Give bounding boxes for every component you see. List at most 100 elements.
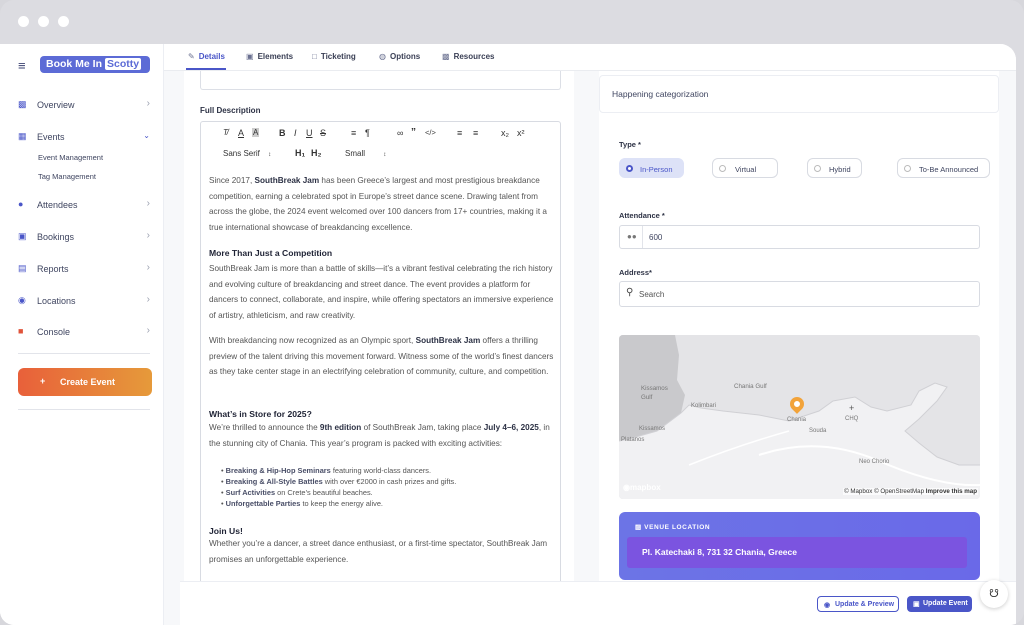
search-placeholder: Search	[639, 290, 665, 299]
text-color-icon[interactable]: A	[238, 128, 244, 138]
list-item: • Unforgettable Parties to keep the ener…	[221, 499, 383, 508]
type-option-to-be-announced[interactable]: To-Be Announced	[897, 158, 990, 178]
plus-icon: +	[40, 376, 46, 386]
section-title: Happening categorization	[612, 89, 709, 99]
users-icon: ●	[18, 199, 24, 209]
heading2-button[interactable]: H₂	[311, 148, 322, 158]
tab-ticketing[interactable]: □ Ticketing	[312, 52, 356, 61]
italic-icon[interactable]: I	[294, 128, 297, 138]
sidebar-item-events[interactable]: ▦ Events ⌄	[18, 128, 156, 146]
text-direction-icon[interactable]: ¶	[365, 128, 370, 138]
chevron-right-icon: ›	[146, 198, 150, 209]
map-label-neo-chorio: Neo Chorio	[859, 459, 890, 465]
size-select[interactable]: Small ↕	[345, 149, 386, 158]
eye-icon: ◉	[824, 602, 831, 609]
resources-icon: ▩	[442, 52, 450, 61]
sidebar-item-label: Reports	[37, 264, 69, 274]
tab-elements[interactable]: ▣ Elements	[246, 52, 293, 61]
sidebar-item-label: Console	[37, 327, 71, 337]
sidebar-item-label: Bookings	[37, 232, 75, 242]
map-label-chania: Chania	[787, 417, 807, 423]
update-event-label: Update Event	[923, 600, 968, 607]
map-attribution[interactable]: © Mapbox © OpenStreetMap Improve this ma…	[843, 488, 978, 495]
chevron-right-icon: ›	[146, 230, 150, 241]
building-icon: ▨	[635, 524, 642, 531]
tab-resources[interactable]: ▩ Resources	[442, 52, 494, 61]
tab-bar: ✎ Details ▣ Elements □ Ticketing ◍ Options ▩…	[164, 44, 1016, 71]
map-label-kolimbari: Kolimbari	[691, 403, 717, 409]
paragraph-olympic: With breakdancing now recognized as an O…	[209, 336, 554, 376]
blockquote-icon[interactable]: ”	[411, 127, 416, 138]
ticket-icon: ▣	[18, 231, 27, 241]
create-event-label: Create Event	[60, 377, 116, 387]
type-option-label: Virtual	[735, 165, 757, 174]
attendance-label: Attendance *	[619, 211, 665, 220]
strikethrough-icon[interactable]: S	[320, 128, 326, 138]
paragraph-announcement: We’re thrilled to announce the 9th editi…	[209, 423, 550, 448]
edit-icon: ✎	[188, 52, 195, 61]
heading1-button[interactable]: H₁	[295, 148, 305, 158]
subscript-icon[interactable]: x₂	[501, 128, 509, 138]
action-footer: ◉ Update & Preview ▣ Update Event	[180, 581, 1016, 625]
chat-help-button[interactable]: ☋	[980, 580, 1008, 608]
window-dot-close[interactable]	[18, 16, 29, 27]
ordered-list-icon[interactable]: ≡	[457, 128, 462, 138]
highlight-icon[interactable]: A	[252, 128, 260, 137]
sidebar-item-attendees[interactable]: ● Attendees ›	[18, 196, 156, 214]
type-option-hybrid[interactable]: Hybrid	[807, 158, 862, 178]
sidebar-item-console[interactable]: ■ Console ›	[18, 323, 156, 341]
updown-icon: ↕	[268, 152, 272, 158]
attendance-input[interactable]: ●● 600	[619, 225, 980, 249]
map-label-kissamos-gulf: Kissamos Gulf	[641, 385, 668, 401]
sidebar-item-label: Attendees	[37, 200, 78, 210]
superscript-icon[interactable]: x²	[517, 128, 525, 138]
list-item: • Breaking & Hip-Hop Seminars featuring …	[221, 466, 432, 475]
font-select[interactable]: Sans Serif ↕	[223, 149, 271, 158]
ticket-icon: □	[312, 52, 317, 61]
mapbox-logo: ◉mapbox	[623, 483, 661, 492]
map-label-platanos: Platanos	[621, 437, 645, 443]
search-icon: ⚲	[626, 287, 634, 298]
update-event-button[interactable]: ▣ Update Event	[907, 596, 972, 612]
window-dot-maximize[interactable]	[58, 16, 69, 27]
brand-name: Book Me In	[46, 58, 103, 70]
rich-text-editor[interactable]: T̸ A A B I U S ≡ ¶ ∞ ” </> ≡ ≡ x₂ x² San	[200, 121, 561, 591]
sidebar-item-bookings[interactable]: ▣ Bookings ›	[18, 228, 156, 246]
font-select-value: Sans Serif	[223, 149, 260, 158]
paragraph-join: Whether you’re a dancer, a street dance …	[209, 539, 548, 564]
sidebar-divider	[18, 409, 150, 410]
window-dot-minimize[interactable]	[38, 16, 49, 27]
align-icon[interactable]: ≡	[351, 128, 356, 138]
address-search-input[interactable]: ⚲ Search	[619, 281, 980, 307]
type-option-label: Hybrid	[829, 165, 851, 174]
type-option-virtual[interactable]: Virtual	[712, 158, 778, 178]
update-preview-button[interactable]: ◉ Update & Preview	[817, 596, 899, 612]
sidebar-item-label: Events	[37, 132, 65, 142]
bold-icon[interactable]: B	[279, 128, 286, 138]
heading-2025: What’s in Store for 2025?	[209, 409, 312, 419]
tab-options[interactable]: ◍ Options	[379, 52, 420, 61]
briefcase-icon: ■	[18, 326, 24, 336]
reports-icon: ▤	[18, 263, 27, 273]
create-event-button[interactable]: + Create Event	[18, 368, 152, 396]
short-description-textarea[interactable]	[200, 71, 561, 90]
hamburger-menu-icon[interactable]: ≡	[18, 58, 26, 73]
heading-join: Join Us!	[209, 526, 243, 536]
code-icon[interactable]: </>	[425, 128, 436, 137]
sidebar-subitem-tag-management[interactable]: Tag Management	[38, 172, 96, 181]
sidebar-item-overview[interactable]: ▩ Overview ›	[18, 96, 156, 114]
brand-logo[interactable]: Book Me In Scotty	[40, 56, 150, 73]
tab-label: Resources	[453, 52, 495, 61]
sidebar-item-reports[interactable]: ▤ Reports ›	[18, 260, 156, 278]
tab-details[interactable]: ✎ Details	[188, 52, 225, 61]
sidebar-item-locations[interactable]: ◉ Locations ›	[18, 292, 156, 310]
clear-format-icon[interactable]: T̸	[223, 128, 228, 137]
input-divider	[642, 226, 643, 248]
link-icon[interactable]: ∞	[397, 128, 403, 138]
type-option-in-person[interactable]: In-Person	[619, 158, 684, 178]
location-map[interactable]: Kissamos Gulf Chania Gulf Kolimbari Kiss…	[619, 335, 980, 499]
underline-icon[interactable]: U	[306, 128, 313, 138]
sidebar-subitem-event-management[interactable]: Event Management	[38, 153, 103, 162]
bullet-list-icon[interactable]: ≡	[473, 128, 478, 138]
brand-highlight: Scotty	[105, 58, 142, 70]
